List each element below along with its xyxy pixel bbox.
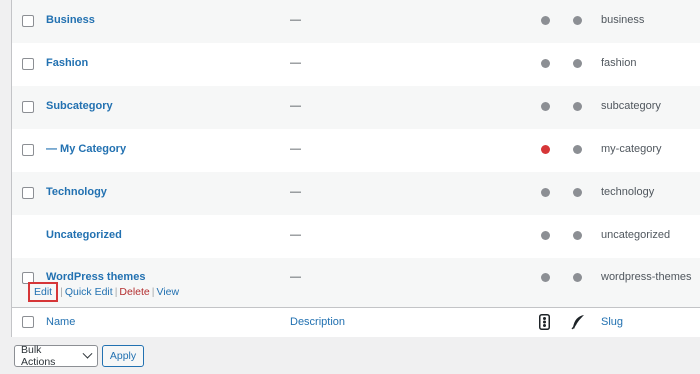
table-row: Business — business (12, 0, 700, 43)
category-description: — (290, 57, 301, 69)
table-row: Uncategorized — uncategorized (12, 215, 700, 258)
category-description: — (290, 229, 301, 241)
row-checkbox[interactable] (22, 58, 34, 70)
seo-status-dot (541, 16, 550, 25)
separator: | (114, 286, 118, 298)
separator: | (60, 286, 63, 298)
readability-status-dot (573, 273, 582, 282)
seo-status-dot (541, 145, 550, 154)
column-header-name[interactable]: Name (46, 316, 75, 328)
apply-button[interactable]: Apply (102, 345, 144, 367)
traffic-light-icon (539, 314, 550, 330)
readability-status-dot (573, 145, 582, 154)
column-header-description[interactable]: Description (290, 316, 345, 328)
readability-status-dot (573, 188, 582, 197)
row-actions: Edit | Quick Edit | Delete | View (28, 282, 179, 302)
table-row: — My Category — my-category (12, 129, 700, 172)
feather-icon (571, 314, 585, 330)
category-slug: business (601, 14, 645, 26)
category-name-link[interactable]: — My Category (46, 143, 126, 155)
category-slug: fashion (601, 57, 637, 69)
seo-status-dot (541, 188, 550, 197)
table-row: Fashion — fashion (12, 43, 700, 86)
category-slug: subcategory (601, 100, 661, 112)
view-link[interactable]: View (157, 286, 180, 298)
seo-status-dot (541, 102, 550, 111)
category-slug: uncategorized (601, 229, 671, 241)
category-description: — (290, 271, 301, 283)
bulk-actions-label: Bulk Actions (21, 344, 56, 368)
chevron-down-icon (82, 348, 93, 359)
row-checkbox[interactable] (22, 101, 34, 113)
category-name-link[interactable]: Fashion (46, 57, 88, 69)
seo-status-dot (541, 231, 550, 240)
table-footer-header: Name Description Slug (12, 307, 700, 337)
select-all-checkbox[interactable] (22, 316, 34, 328)
category-slug: my-category (601, 143, 662, 155)
category-description: — (290, 14, 301, 26)
category-name-link[interactable]: Uncategorized (46, 229, 122, 241)
seo-status-dot (541, 273, 550, 282)
column-header-slug[interactable]: Slug (601, 316, 623, 328)
category-slug: technology (601, 186, 655, 198)
readability-status-dot (573, 231, 582, 240)
table-row: Subcategory — subcategory (12, 86, 700, 129)
category-name-link[interactable]: Business (46, 14, 95, 26)
readability-status-dot (573, 16, 582, 25)
category-name-link[interactable]: Technology (46, 186, 107, 198)
delete-link[interactable]: Delete (119, 286, 149, 298)
edit-link[interactable]: Edit (28, 282, 59, 302)
readability-status-dot (573, 102, 582, 111)
category-description: — (290, 100, 301, 112)
category-description: — (290, 186, 301, 198)
separator: | (151, 286, 155, 298)
readability-status-dot (573, 59, 582, 68)
category-name-link[interactable]: Subcategory (46, 100, 113, 112)
table-row: Technology — technology (12, 172, 700, 215)
quick-edit-link[interactable]: Quick Edit (65, 286, 113, 298)
seo-status-dot (541, 59, 550, 68)
bulk-actions-select[interactable]: Bulk Actions (14, 344, 98, 368)
category-description: — (290, 143, 301, 155)
row-checkbox[interactable] (22, 187, 34, 199)
row-checkbox[interactable] (22, 15, 34, 27)
category-slug: wordpress-themes (601, 271, 692, 283)
row-checkbox[interactable] (22, 144, 34, 156)
